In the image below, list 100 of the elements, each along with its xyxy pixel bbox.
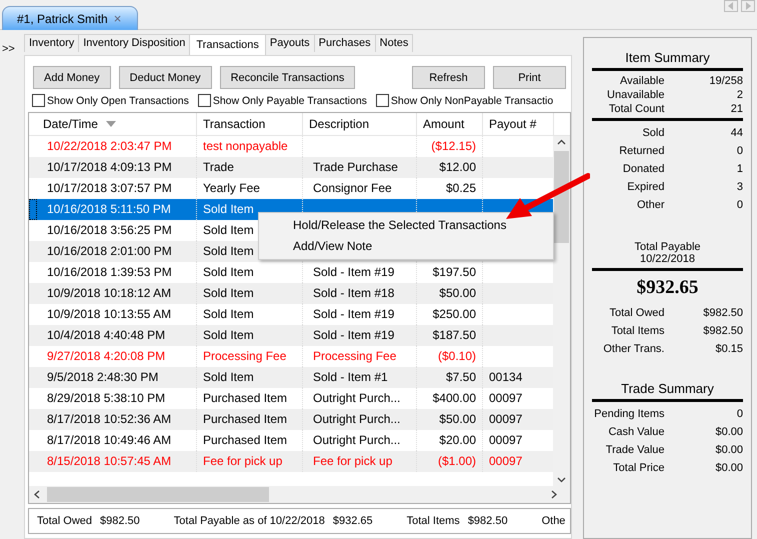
toolbar-button[interactable]: Print [493, 66, 566, 89]
total-payable-amount: $932.65 [636, 277, 700, 299]
document-tab[interactable]: #1, Patrick Smith × [2, 6, 138, 30]
summary-value: $0.15 [714, 343, 743, 355]
table-cell: test nonpayable [203, 139, 288, 153]
table-cell: $0.25 [446, 181, 476, 195]
summary-label: Expired [626, 181, 664, 193]
checkbox[interactable] [32, 94, 45, 107]
table-cell: $20.00 [439, 433, 476, 447]
menu-item[interactable]: Add/View Note [259, 236, 553, 257]
table-cell: Purchased Item [203, 433, 288, 447]
summary-label: Total Items [610, 325, 664, 337]
table-cell: Fee for pick up [313, 454, 392, 468]
table-cell: Outright Purch... [313, 433, 400, 447]
table-cell: Sold - Item #19 [313, 307, 394, 321]
table-cell: Yearly Fee [203, 181, 260, 195]
table-cell: Sold - Item #18 [313, 286, 394, 300]
scrollbar-thumb[interactable] [47, 487, 269, 502]
table-cell: $50.00 [439, 286, 476, 300]
table-cell: Sold Item [203, 307, 254, 321]
summary-value: $0.00 [714, 426, 743, 438]
summary-label: Total Price [612, 462, 664, 474]
table-cell: 10/4/2018 4:40:48 PM [47, 328, 166, 342]
summary-value: 0 [736, 408, 743, 420]
column-header[interactable]: Payout # [483, 113, 554, 135]
summary-value: 44 [730, 127, 743, 139]
table-cell: 9/5/2018 2:48:30 PM [47, 370, 158, 384]
summary-label: Total Count [608, 103, 664, 115]
table-cell: 10/9/2018 10:18:12 AM [47, 286, 172, 300]
column-header[interactable]: Description [303, 113, 417, 135]
summary-value: $0.00 [714, 462, 743, 474]
table-cell: Processing Fee [313, 349, 396, 363]
checkbox[interactable] [376, 94, 389, 107]
total-label: Total Items [406, 515, 460, 527]
total-value: $982.50 [468, 515, 508, 527]
summary-label: Donated [622, 163, 664, 175]
table-cell: 10/16/2018 1:39:53 PM [47, 265, 172, 279]
tab[interactable]: Transactions [189, 34, 266, 55]
table-cell: Consignor Fee [313, 181, 392, 195]
table-cell: Outright Purch... [313, 391, 400, 405]
table-cell: 00097 [489, 412, 522, 426]
total-value: $932.65 [332, 515, 373, 527]
expand-button[interactable]: >> [0, 42, 24, 54]
vertical-scrollbar[interactable] [553, 136, 570, 486]
table-cell: 8/17/2018 10:49:46 AM [47, 433, 172, 447]
table-cell: 00134 [489, 370, 522, 384]
summary-value: $0.00 [714, 444, 743, 456]
section-title: Trade Summary [620, 381, 715, 396]
tab[interactable]: Inventory [24, 34, 80, 52]
table-cell: Sold Item [203, 223, 254, 237]
table-cell: Sold Item [203, 265, 254, 279]
toolbar-button[interactable]: Refresh [412, 66, 485, 89]
column-header[interactable]: Transaction [197, 113, 303, 135]
summary-value: 21 [730, 103, 743, 115]
table-cell: 10/17/2018 4:09:13 PM [47, 160, 172, 174]
toolbar-button[interactable]: Reconcile Transactions [220, 66, 356, 89]
toolbar-button[interactable]: Add Money [33, 66, 111, 89]
section-title: Item Summary [624, 50, 711, 65]
table-cell: 00097 [489, 454, 522, 468]
toolbar-button[interactable]: Deduct Money [118, 66, 212, 89]
total-value: $982.50 [100, 515, 140, 527]
summary-date: 10/22/2018 [638, 253, 696, 265]
summary-value: 0 [736, 145, 743, 157]
table-cell: Sold - Item #19 [313, 265, 394, 279]
tab[interactable]: Notes [374, 34, 414, 52]
horizontal-scrollbar[interactable] [29, 486, 570, 503]
table-cell: Purchased Item [203, 412, 288, 426]
summary-value: 2 [736, 89, 743, 101]
checkbox[interactable] [198, 94, 211, 107]
sort-descending-icon [106, 121, 116, 127]
summary-label: Sold [641, 127, 664, 139]
table-cell: Trade [203, 160, 234, 174]
table-cell: $7.50 [446, 370, 476, 384]
table-cell: 00097 [489, 433, 522, 447]
table-cell: $12.00 [439, 160, 476, 174]
summary-label: Trade Value [604, 444, 664, 456]
table-cell: Sold Item [203, 328, 254, 342]
table-cell: 10/17/2018 3:07:57 PM [47, 181, 172, 195]
table-cell: Sold Item [203, 244, 254, 258]
summary-value: 19/258 [708, 75, 743, 87]
table-cell: 10/16/2018 5:11:50 PM [47, 202, 171, 216]
summary-label: Pending Items [593, 408, 664, 420]
checkbox-label: Show Only Payable Transactions [212, 94, 367, 106]
table-cell: 10/22/2018 2:03:47 PM [47, 139, 172, 153]
column-header[interactable]: Amount [417, 113, 483, 135]
table-cell: Trade Purchase [313, 160, 398, 174]
summary-label: Unavailable [606, 89, 664, 101]
table-cell: Outright Purch... [313, 412, 400, 426]
table-cell: Sold Item [203, 202, 254, 216]
summary-label: Returned [618, 145, 664, 157]
table-cell: 00097 [489, 391, 522, 405]
table-cell: 10/16/2018 2:01:00 PM [47, 244, 172, 258]
scrollbar-thumb[interactable] [554, 151, 569, 243]
table-cell: Fee for pick up [203, 454, 282, 468]
table-cell: $50.00 [439, 412, 476, 426]
summary-label: Other Trans. [602, 343, 664, 355]
column-header[interactable]: Date/Time [37, 113, 197, 135]
checkbox-label: Show Only NonPayable Transactio [390, 94, 554, 106]
summary-value: $982.50 [702, 325, 743, 337]
summary-value: 3 [736, 181, 743, 193]
